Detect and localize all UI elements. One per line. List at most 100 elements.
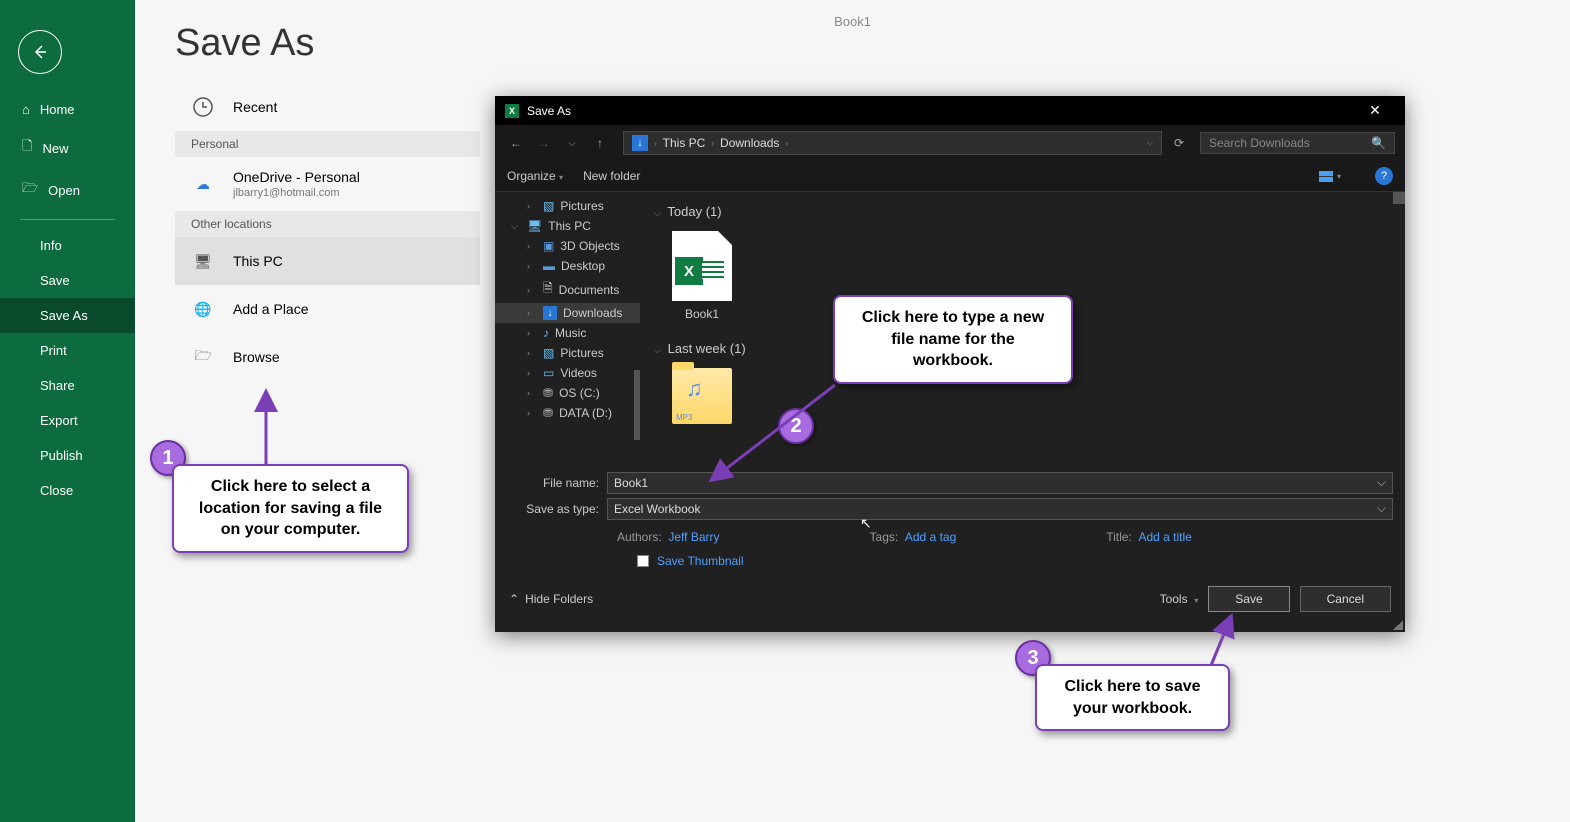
nav-export[interactable]: Export — [0, 403, 135, 438]
location-browse[interactable]: 🗁 Browse — [175, 333, 480, 381]
desktop-icon: ▬ — [543, 259, 555, 273]
savetype-label: Save as type: — [507, 502, 607, 516]
document-icon: 🗎 — [543, 279, 553, 300]
dialog-titlebar[interactable]: X Save As ✕ — [495, 96, 1405, 125]
nav-home[interactable]: ⌂ Home — [0, 92, 135, 127]
folder-tree[interactable]: ›▧Pictures ⌵🖥This PC ›▣3D Objects ›▬Desk… — [495, 192, 640, 464]
refresh-button[interactable]: ⟳ — [1174, 136, 1194, 150]
thumbnail-label[interactable]: Save Thumbnail — [657, 554, 744, 568]
nav-saveas[interactable]: Save As — [0, 298, 135, 333]
nav-home-label: Home — [40, 102, 75, 117]
hide-folders-button[interactable]: ⌃Hide Folders — [509, 592, 593, 606]
nav-recent-button[interactable]: ⌵ — [561, 132, 583, 154]
nav-share-label: Share — [40, 378, 75, 393]
location-list: Recent Personal ☁ OneDrive - Personaljlb… — [175, 83, 480, 381]
picture-icon: ▧ — [543, 199, 554, 213]
home-icon: ⌂ — [22, 102, 30, 117]
title-value[interactable]: Add a title — [1138, 530, 1191, 544]
excel-app-icon: X — [505, 104, 519, 118]
location-recent-label: Recent — [233, 99, 277, 115]
music-icon: ♪ — [543, 326, 549, 340]
breadcrumb-pc[interactable]: This PC — [663, 136, 706, 150]
back-button[interactable] — [18, 30, 62, 74]
cube-icon: ▣ — [543, 239, 554, 253]
callout-3: Click here to save your workbook. — [1035, 664, 1230, 731]
close-button[interactable]: ✕ — [1355, 102, 1395, 119]
nav-close[interactable]: Close — [0, 473, 135, 508]
pc-icon: 🖥 — [191, 249, 215, 273]
excel-file-icon: X — [672, 231, 732, 301]
address-bar[interactable]: ↓ › This PC › Downloads › ⌵ — [623, 131, 1162, 155]
cancel-button[interactable]: Cancel — [1300, 586, 1391, 612]
tree-documents[interactable]: ›🗎Documents — [495, 276, 640, 303]
group-today[interactable]: ⌵ Today (1) — [654, 200, 1391, 223]
tags-value[interactable]: Add a tag — [905, 530, 956, 544]
nav-publish-label: Publish — [40, 448, 83, 463]
chevron-right-icon: › — [711, 139, 714, 148]
tree-3dobjects[interactable]: ›▣3D Objects — [495, 236, 640, 256]
callout-1: Click here to select a location for savi… — [172, 464, 409, 553]
search-placeholder: Search Downloads — [1209, 136, 1310, 150]
tree-desktop[interactable]: ›▬Desktop — [495, 256, 640, 276]
search-input[interactable]: Search Downloads 🔍 — [1200, 132, 1395, 154]
drive-icon: ⛃ — [543, 406, 553, 420]
arrow-3 — [1200, 620, 1240, 670]
nav-save[interactable]: Save — [0, 263, 135, 298]
nav-info[interactable]: Info — [0, 228, 135, 263]
newfolder-button[interactable]: New folder — [583, 169, 640, 183]
nav-share[interactable]: Share — [0, 368, 135, 403]
dialog-footer: ⌃Hide Folders Tools ▾ Save Cancel — [495, 576, 1405, 622]
thumbnail-checkbox[interactable] — [637, 555, 649, 567]
location-onedrive[interactable]: ☁ OneDrive - Personaljlbarry1@hotmail.co… — [175, 157, 480, 211]
location-addplace[interactable]: 🌐 Add a Place — [175, 285, 480, 333]
arrow-left-icon — [31, 43, 49, 61]
picture-icon: ▧ — [543, 346, 554, 360]
nav-open[interactable]: 🗁Open — [0, 169, 135, 211]
nav-export-label: Export — [40, 413, 78, 428]
nav-new-label: New — [42, 141, 68, 156]
tree-pictures[interactable]: ›▧Pictures — [495, 196, 640, 216]
file-book1-label: Book1 — [685, 307, 719, 321]
page-title: Save As — [175, 22, 1570, 65]
nav-publish[interactable]: Publish — [0, 438, 135, 473]
nav-up-button[interactable]: ↑ — [589, 132, 611, 154]
resize-handle[interactable] — [1393, 620, 1403, 630]
title-label: Title: — [1106, 530, 1132, 544]
location-recent[interactable]: Recent — [175, 83, 480, 131]
nav-forward-button[interactable]: → — [533, 132, 555, 154]
nav-new[interactable]: 🗋 New — [0, 127, 135, 169]
authors-label: Authors: — [617, 530, 662, 544]
tree-videos[interactable]: ›▭Videos — [495, 363, 640, 383]
folder-open-icon: 🗁 — [22, 179, 38, 201]
location-thispc[interactable]: 🖥 This PC — [175, 237, 480, 285]
organize-menu[interactable]: Organize ▾ — [507, 169, 563, 183]
breadcrumb-downloads[interactable]: Downloads — [720, 136, 779, 150]
file-book1[interactable]: X Book1 — [662, 231, 742, 321]
location-header-personal: Personal — [175, 131, 480, 157]
tools-menu[interactable]: Tools ▾ — [1160, 592, 1199, 606]
nav-back-button[interactable]: ← — [505, 132, 527, 154]
nav-print[interactable]: Print — [0, 333, 135, 368]
nav-print-label: Print — [40, 343, 67, 358]
authors-value[interactable]: Jeff Barry — [668, 530, 719, 544]
tree-osc[interactable]: ›⛃OS (C:) — [495, 383, 640, 403]
callout-2: Click here to type a new file name for t… — [833, 295, 1073, 384]
tree-pictures2[interactable]: ›▧Pictures — [495, 343, 640, 363]
file-icon: 🗋 — [22, 137, 32, 159]
backstage-sidebar: ⌂ Home 🗋 New 🗁Open Info Save Save As Print… — [0, 0, 135, 822]
view-menu[interactable]: ▾ — [1319, 171, 1341, 182]
cursor-icon: ↖ — [860, 515, 872, 532]
tree-thispc[interactable]: ⌵🖥This PC — [495, 216, 640, 236]
tree-downloads[interactable]: ›↓Downloads — [495, 303, 640, 323]
help-button[interactable]: ? — [1375, 167, 1393, 185]
search-icon[interactable]: 🔍 — [1371, 136, 1386, 150]
chevron-down-icon[interactable]: ⌵ — [1147, 138, 1153, 148]
save-button[interactable]: Save — [1208, 586, 1289, 612]
video-icon: ▭ — [543, 366, 554, 380]
tree-data[interactable]: ›⛃DATA (D:) — [495, 403, 640, 423]
tree-music[interactable]: ›♪Music — [495, 323, 640, 343]
dialog-title: Save As — [527, 104, 571, 118]
location-onedrive-label: OneDrive - Personaljlbarry1@hotmail.com — [233, 169, 360, 199]
location-thispc-label: This PC — [233, 253, 283, 269]
savetype-dropdown[interactable]: Excel Workbook — [607, 498, 1393, 520]
